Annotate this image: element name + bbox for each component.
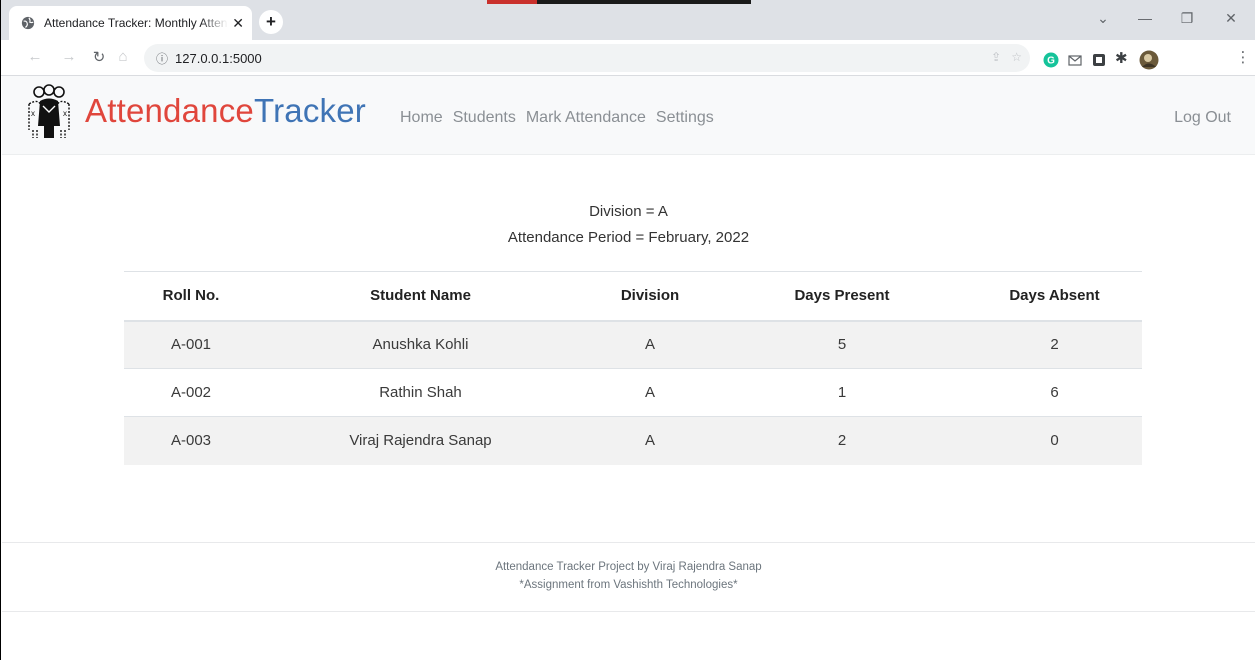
menu-icon[interactable]: ⋮ — [1233, 48, 1253, 66]
nav-links: Home Students Mark Attendance Settings — [400, 109, 714, 127]
log-out-link[interactable]: Log Out — [1174, 109, 1231, 127]
svg-text:x: x — [31, 109, 35, 118]
division-label: Division = A — [589, 203, 668, 220]
period-label: Attendance Period = February, 2022 — [507, 229, 750, 246]
site-navbar: x x AttendanceTracker Home Students Mark… — [2, 76, 1255, 155]
cell-student-name: Anushka Kohli — [258, 320, 583, 369]
header-roll-no: Roll No. — [124, 271, 258, 322]
tab-search-icon[interactable]: ⌄ — [1093, 10, 1113, 27]
reload-icon[interactable]: ↻ — [89, 48, 109, 66]
header-division: Division — [583, 271, 717, 322]
cell-student-name: Rathin Shah — [258, 368, 583, 417]
bookmark-star-icon[interactable]: ☆ — [1011, 50, 1022, 64]
cell-division: A — [583, 368, 717, 417]
cell-student-name: Viraj Rajendra Sanap — [258, 416, 583, 465]
forward-icon[interactable]: → — [59, 48, 79, 65]
footer-credit: Attendance Tracker Project by Viraj Raje… — [495, 561, 762, 573]
extensions-puzzle-icon[interactable]: ✱ — [1115, 49, 1131, 67]
url-text: 127.0.0.1:5000 — [175, 50, 262, 66]
address-bar[interactable]: ⓘ 127.0.0.1:5000 ⇪ ☆ — [144, 44, 1030, 72]
cell-days-present: 5 — [717, 320, 967, 369]
nav-link-settings[interactable]: Settings — [656, 109, 714, 127]
nav-link-mark-attendance[interactable]: Mark Attendance — [526, 109, 646, 127]
close-tab-icon[interactable]: ✕ — [232, 15, 244, 32]
cell-roll-no: A-002 — [124, 368, 258, 417]
cell-division: A — [583, 416, 717, 465]
back-icon[interactable]: ← — [25, 48, 45, 65]
header-days-present: Days Present — [717, 271, 967, 322]
cell-days-present: 1 — [717, 368, 967, 417]
brand-part-attendance: Attendance — [85, 92, 254, 129]
close-window-icon[interactable]: ✕ — [1221, 10, 1241, 27]
minimize-icon[interactable]: — — [1135, 10, 1155, 26]
browser-tab[interactable]: Attendance Tracker: Monthly Attendance ✕ — [9, 6, 252, 40]
brand-part-tracker: Tracker — [253, 92, 366, 129]
table-row: A-001 Anushka Kohli A 5 2 — [124, 320, 1142, 369]
share-icon[interactable]: ⇪ — [991, 50, 1001, 64]
table-row: A-002 Rathin Shah A 1 6 — [124, 368, 1142, 417]
footer-assignment: *Assignment from Vashishth Technologies* — [519, 579, 738, 591]
tab-title: Attendance Tracker: Monthly Attendance — [44, 16, 228, 30]
table-header-row: Roll No. Student Name Division Days Pres… — [124, 271, 1142, 322]
header-student-name: Student Name — [258, 271, 583, 322]
cell-days-absent: 0 — [967, 416, 1142, 465]
info-icon[interactable]: ⓘ — [156, 50, 168, 67]
title-bar: Attendance Tracker: Monthly Attendance ✕… — [1, 0, 1255, 40]
brand-name[interactable]: AttendanceTracker — [85, 92, 366, 130]
cell-division: A — [583, 320, 717, 369]
cell-roll-no: A-001 — [124, 320, 258, 369]
nav-link-students[interactable]: Students — [453, 109, 516, 127]
footer-top-divider — [2, 542, 1255, 543]
attendance-logo-icon: x x — [28, 84, 70, 138]
window-top-accent — [487, 0, 537, 4]
mail-icon[interactable] — [1067, 52, 1083, 68]
restore-icon[interactable]: ❐ — [1177, 10, 1197, 27]
attendance-table: Roll No. Student Name Division Days Pres… — [124, 271, 1142, 465]
home-icon[interactable]: ⌂ — [113, 48, 133, 65]
grammarly-icon[interactable]: G — [1043, 52, 1059, 68]
square-extension-icon[interactable] — [1091, 52, 1107, 68]
header-days-absent: Days Absent — [967, 271, 1142, 322]
cell-days-present: 2 — [717, 416, 967, 465]
globe-icon — [21, 16, 35, 30]
new-tab-button[interactable]: + — [259, 10, 283, 34]
svg-text:x: x — [63, 109, 67, 118]
cell-roll-no: A-003 — [124, 416, 258, 465]
cell-days-absent: 2 — [967, 320, 1142, 369]
browser-toolbar: ← → ↻ ⌂ ⓘ 127.0.0.1:5000 ⇪ ☆ G ✱ ⋮ — [1, 40, 1255, 76]
svg-text:G: G — [1047, 56, 1055, 67]
browser-window: Attendance Tracker: Monthly Attendance ✕… — [0, 0, 1255, 660]
nav-link-home[interactable]: Home — [400, 109, 443, 127]
profile-avatar[interactable] — [1139, 50, 1159, 70]
footer-bottom-divider — [2, 611, 1255, 612]
cell-days-absent: 6 — [967, 368, 1142, 417]
table-row: A-003 Viraj Rajendra Sanap A 2 0 — [124, 416, 1142, 465]
